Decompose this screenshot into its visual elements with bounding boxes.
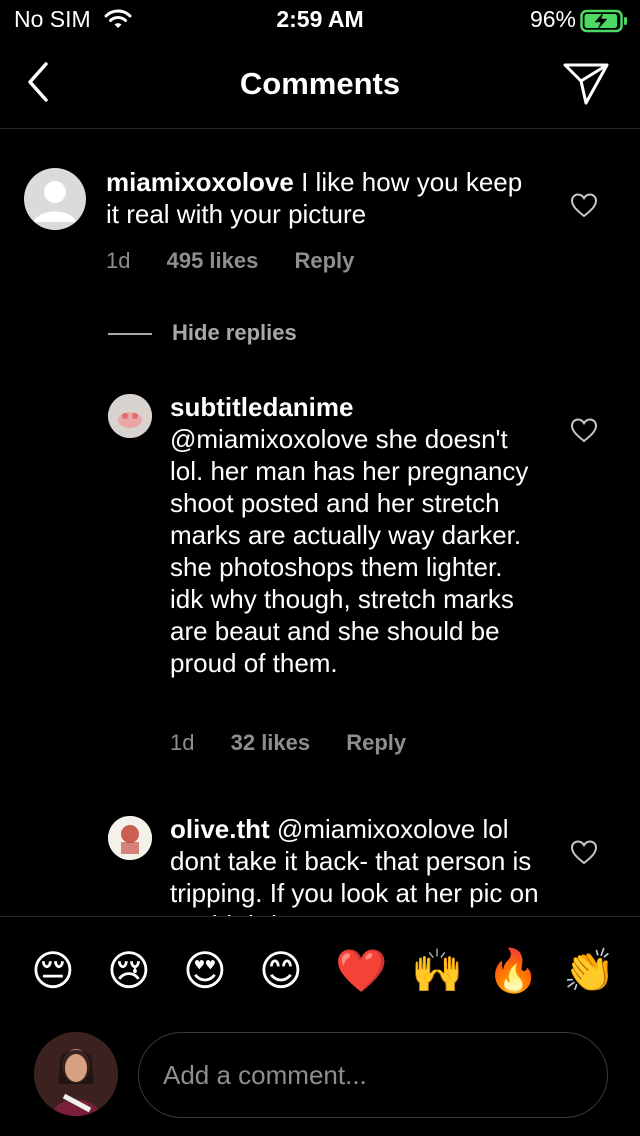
- comment-age: 1d: [106, 248, 131, 273]
- reply-username[interactable]: olive.tht: [170, 814, 270, 844]
- like-heart-icon[interactable]: [570, 192, 598, 223]
- reply-meta: 1d 32 likes Reply: [170, 730, 436, 756]
- reply-username[interactable]: subtitledanime: [170, 392, 353, 422]
- fire-emoji[interactable]: 🔥: [487, 947, 539, 995]
- hide-replies-label: Hide replies: [172, 320, 297, 345]
- likes-count[interactable]: 32 likes: [231, 730, 311, 755]
- smiling-face-emoji[interactable]: 😊: [259, 947, 303, 995]
- red-heart-emoji[interactable]: ❤️: [335, 947, 387, 995]
- comment-composer: [0, 1028, 640, 1136]
- avatar[interactable]: [24, 168, 86, 230]
- reply-button[interactable]: Reply: [346, 730, 406, 755]
- comment-input[interactable]: [138, 1032, 608, 1118]
- heart-eyes-emoji[interactable]: 😍: [183, 947, 227, 995]
- comment-body: miamixoxolove I like how you keep it rea…: [106, 166, 526, 230]
- battery-charging-icon: [580, 9, 628, 38]
- crying-face-emoji[interactable]: 😢: [107, 947, 151, 995]
- like-heart-icon[interactable]: [570, 417, 598, 448]
- avatar[interactable]: [108, 394, 152, 438]
- reply-body: olive.tht @miamixoxolove lol dont take i…: [170, 813, 540, 916]
- reply-age: 1d: [170, 730, 195, 755]
- like-heart-icon[interactable]: [570, 839, 598, 870]
- clapping-hands-emoji[interactable]: 👏: [563, 947, 615, 995]
- navigation-bar: Comments: [0, 40, 640, 129]
- reply-text: @miamixoxolove she doesn't lol. her man …: [170, 424, 529, 678]
- direct-send-icon[interactable]: [562, 62, 610, 111]
- raised-hands-emoji[interactable]: 🙌: [411, 947, 463, 995]
- hide-replies-toggle[interactable]: Hide replies: [108, 320, 297, 346]
- divider-line: [108, 333, 152, 336]
- page-title: Comments: [239, 66, 401, 101]
- comment-meta: 1d 495 likes Reply: [106, 248, 384, 274]
- pensive-face-emoji[interactable]: 😔: [31, 947, 75, 995]
- comment-username[interactable]: miamixoxolove: [106, 167, 294, 197]
- current-user-avatar[interactable]: [34, 1032, 118, 1116]
- avatar[interactable]: [108, 816, 152, 860]
- likes-count[interactable]: 495 likes: [167, 248, 259, 273]
- battery-percent: 96%: [529, 6, 576, 32]
- emoji-quick-bar: 😔 😢 😍 😊 ❤️ 🙌 🔥 👏: [0, 916, 640, 1029]
- reply-body: subtitledanime @miamixoxolove she doesn'…: [170, 391, 540, 679]
- status-bar: No SIM 2:59 AM 96%: [0, 0, 640, 40]
- reply-button[interactable]: Reply: [294, 248, 354, 273]
- comments-list[interactable]: miamixoxolove I like how you keep it rea…: [0, 129, 640, 916]
